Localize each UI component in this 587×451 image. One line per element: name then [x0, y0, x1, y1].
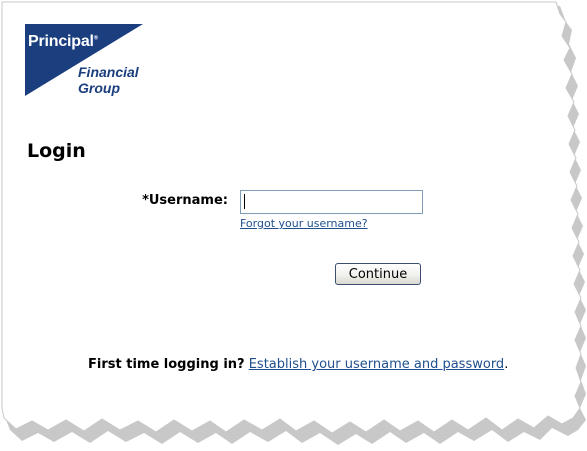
text-caret [244, 194, 245, 209]
continue-button[interactable]: Continue [335, 263, 421, 285]
username-input[interactable] [240, 190, 423, 214]
username-label: *Username: [142, 193, 228, 208]
logo-financial-text: Financial [78, 64, 139, 80]
establish-credentials-link[interactable]: Establish your username and password [249, 357, 504, 372]
logo-principal-text: Principal® [28, 33, 99, 50]
trailing-period: . [504, 357, 509, 372]
first-time-login-prompt: First time logging in? Establish your us… [88, 357, 508, 372]
principal-logo: Principal® Financial Group [25, 24, 145, 98]
first-time-question: First time logging in? [88, 357, 245, 372]
forgot-username-link[interactable]: Forgot your username? [240, 217, 368, 230]
logo-group-text: Group [78, 80, 120, 96]
page-title: Login [27, 140, 86, 162]
